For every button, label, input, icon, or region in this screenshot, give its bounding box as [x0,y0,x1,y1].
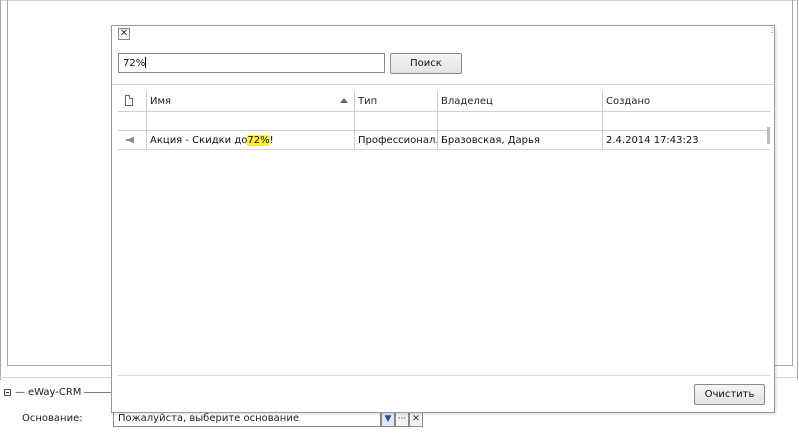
column-header-type[interactable]: Тип [355,91,437,111]
search-button[interactable]: Поиск [390,53,462,74]
table-row[interactable]: Акция - Скидки до 72%! Профессионал... Б… [118,131,770,150]
megaphone-icon [126,136,134,144]
cell-type[interactable]: Профессионал... [355,131,437,149]
basis-label: Основание: [22,413,83,424]
results-grid: Имя Тип Владелец Создано Акция - Скидки … [118,91,770,150]
column-separator [437,112,438,130]
section-header-eway-crm[interactable]: — eWay-CRM [4,385,81,399]
column-header-created-label: Создано [606,95,651,107]
cell-name[interactable]: Акция - Скидки до 72%! [147,131,354,149]
collapse-icon[interactable] [4,388,11,396]
close-icon[interactable]: ✕ [118,28,130,40]
header-icon-column[interactable] [118,91,146,111]
column-separator [602,131,603,149]
resize-grip-icon[interactable]: ·: ·· [770,26,773,37]
toolbar-separator [112,84,774,85]
cell-name-suffix: ! [269,134,274,146]
column-separator [146,131,147,149]
search-input[interactable]: 72% [118,53,385,73]
cell-created[interactable]: 2.4.2014 17:43:23 [603,131,770,149]
column-separator [146,112,147,130]
column-header-name[interactable]: Имя [147,91,354,111]
column-header-created[interactable]: Создано [603,91,770,111]
search-highlight: 72% [247,134,270,146]
filter-row[interactable] [118,112,770,131]
sort-ascending-icon [340,98,348,103]
column-separator [602,112,603,130]
column-separator [354,112,355,130]
column-header-name-label: Имя [150,95,172,107]
cell-name-text: Акция - Скидки до [150,134,248,146]
footer-separator [118,375,770,376]
window-left-border [0,0,1,380]
cell-owner[interactable]: Бразовская, Дарья [438,131,602,149]
column-separator [437,131,438,149]
window-right-border [797,0,798,380]
column-header-type-label: Тип [358,95,378,107]
document-icon [125,95,133,106]
section-title: eWay-CRM [28,386,82,398]
section-dash: — [15,386,25,398]
column-header-owner-label: Владелец [441,95,493,107]
column-separator [354,131,355,149]
search-input-value: 72% [123,58,146,69]
grid-header: Имя Тип Владелец Создано [118,91,770,112]
column-header-owner[interactable]: Владелец [438,91,602,111]
text-caret [145,57,147,68]
clear-button[interactable]: Очистить [694,384,765,405]
scrollbar-thumb[interactable] [767,127,770,144]
section-rule [84,392,114,393]
search-dialog: ✕ ·: ·· 72% Поиск Имя Тип Владелец Созда… [111,25,775,413]
